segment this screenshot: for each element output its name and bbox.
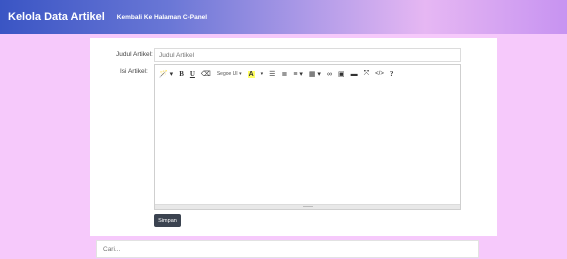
table-icon[interactable]: ▦ ▾ (309, 70, 321, 78)
rich-text-editor: 🪄 ▾ B U ⌫ Segoe UI ▾ A ▾ ☰ ≣ ≡ ▾ ▦ ▾ ∞ ▣… (154, 64, 461, 210)
eraser-icon[interactable]: ⌫ (201, 70, 211, 78)
font-family-dropdown[interactable]: Segoe UI ▾ (217, 71, 242, 77)
bold-icon[interactable]: B (179, 70, 184, 78)
content-label: Isi Artikel: (120, 68, 148, 75)
unordered-list-icon[interactable]: ☰ (269, 70, 275, 78)
fullscreen-icon[interactable]: ⤧ (364, 70, 370, 78)
ordered-list-icon[interactable]: ≣ (281, 70, 287, 78)
help-icon[interactable]: ? (390, 70, 394, 78)
magic-style-icon[interactable]: 🪄 ▾ (159, 70, 173, 78)
editor-resize-bar[interactable] (155, 204, 460, 209)
back-to-cpanel-link[interactable]: Kembali Ke Halaman C-Panel (117, 14, 207, 21)
code-view-icon[interactable]: </> (375, 71, 384, 77)
brand-title[interactable]: Kelola Data Artikel (8, 11, 105, 23)
color-dropdown-icon[interactable]: ▾ (261, 71, 264, 77)
title-label: Judul Artikel: (116, 51, 153, 58)
top-navbar: Kelola Data Artikel Kembali Ke Halaman C… (0, 0, 567, 34)
search-input[interactable] (96, 240, 479, 258)
link-icon[interactable]: ∞ (327, 71, 332, 78)
editor-content-area[interactable] (155, 83, 460, 205)
editor-toolbar: 🪄 ▾ B U ⌫ Segoe UI ▾ A ▾ ☰ ≣ ≡ ▾ ▦ ▾ ∞ ▣… (155, 65, 460, 83)
text-color-icon[interactable]: A (247, 70, 255, 78)
save-button[interactable]: Simpan (154, 214, 181, 227)
paragraph-align-icon[interactable]: ≡ ▾ (293, 70, 303, 78)
article-form-panel: Judul Artikel: Isi Artikel: 🪄 ▾ B U ⌫ Se… (90, 38, 497, 236)
image-icon[interactable]: ▣ (338, 70, 345, 78)
title-input[interactable] (154, 48, 461, 62)
video-icon[interactable]: ▬ (351, 71, 358, 78)
resize-grip-icon[interactable] (303, 206, 313, 208)
underline-icon[interactable]: U (190, 70, 195, 78)
